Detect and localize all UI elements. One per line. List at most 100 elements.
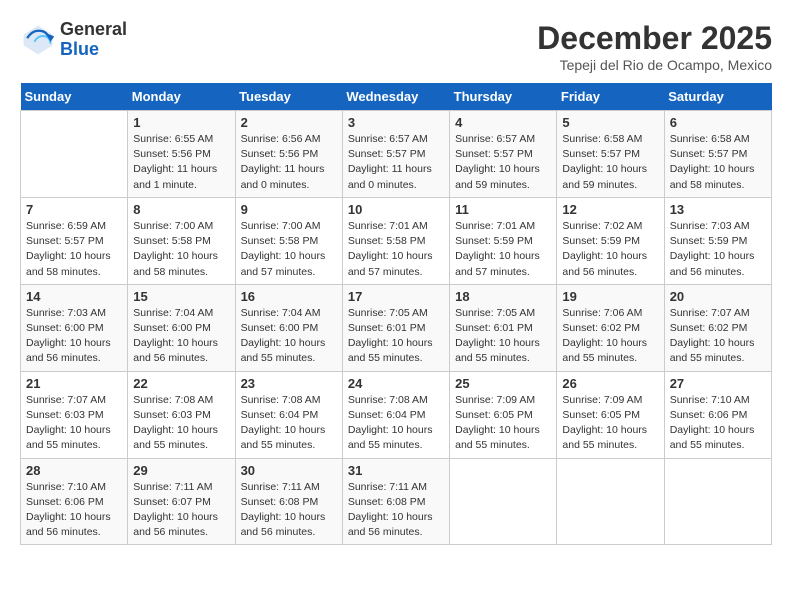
- day-info: Sunrise: 7:00 AMSunset: 5:58 PMDaylight:…: [241, 219, 337, 280]
- calendar-cell: 9 Sunrise: 7:00 AMSunset: 5:58 PMDayligh…: [235, 197, 342, 284]
- day-info: Sunrise: 6:59 AMSunset: 5:57 PMDaylight:…: [26, 219, 122, 280]
- weekday-header-row: SundayMondayTuesdayWednesdayThursdayFrid…: [21, 83, 772, 111]
- day-info: Sunrise: 6:58 AMSunset: 5:57 PMDaylight:…: [562, 132, 658, 193]
- calendar-cell: [450, 458, 557, 545]
- logo-icon: [20, 22, 56, 58]
- day-number: 22: [133, 376, 229, 391]
- weekday-header-wednesday: Wednesday: [342, 83, 449, 111]
- calendar-cell: 15 Sunrise: 7:04 AMSunset: 6:00 PMDaylig…: [128, 284, 235, 371]
- day-info: Sunrise: 7:07 AMSunset: 6:03 PMDaylight:…: [26, 393, 122, 454]
- day-number: 16: [241, 289, 337, 304]
- weekday-header-thursday: Thursday: [450, 83, 557, 111]
- day-number: 21: [26, 376, 122, 391]
- day-number: 10: [348, 202, 444, 217]
- calendar-cell: 29 Sunrise: 7:11 AMSunset: 6:07 PMDaylig…: [128, 458, 235, 545]
- day-info: Sunrise: 6:58 AMSunset: 5:57 PMDaylight:…: [670, 132, 766, 193]
- calendar-cell: 13 Sunrise: 7:03 AMSunset: 5:59 PMDaylig…: [664, 197, 771, 284]
- day-number: 15: [133, 289, 229, 304]
- day-info: Sunrise: 7:09 AMSunset: 6:05 PMDaylight:…: [455, 393, 551, 454]
- title-area: December 2025 Tepeji del Rio de Ocampo, …: [537, 20, 772, 73]
- calendar-cell: 31 Sunrise: 7:11 AMSunset: 6:08 PMDaylig…: [342, 458, 449, 545]
- calendar-cell: 19 Sunrise: 7:06 AMSunset: 6:02 PMDaylig…: [557, 284, 664, 371]
- calendar-cell: 21 Sunrise: 7:07 AMSunset: 6:03 PMDaylig…: [21, 371, 128, 458]
- calendar-cell: 18 Sunrise: 7:05 AMSunset: 6:01 PMDaylig…: [450, 284, 557, 371]
- day-info: Sunrise: 6:55 AMSunset: 5:56 PMDaylight:…: [133, 132, 229, 193]
- calendar-cell: 3 Sunrise: 6:57 AMSunset: 5:57 PMDayligh…: [342, 111, 449, 198]
- calendar-week-5: 28 Sunrise: 7:10 AMSunset: 6:06 PMDaylig…: [21, 458, 772, 545]
- day-info: Sunrise: 7:01 AMSunset: 5:59 PMDaylight:…: [455, 219, 551, 280]
- logo: General Blue: [20, 20, 127, 60]
- weekday-header-friday: Friday: [557, 83, 664, 111]
- day-info: Sunrise: 7:01 AMSunset: 5:58 PMDaylight:…: [348, 219, 444, 280]
- day-number: 1: [133, 115, 229, 130]
- day-number: 9: [241, 202, 337, 217]
- day-info: Sunrise: 7:02 AMSunset: 5:59 PMDaylight:…: [562, 219, 658, 280]
- day-number: 18: [455, 289, 551, 304]
- calendar-cell: [21, 111, 128, 198]
- day-number: 8: [133, 202, 229, 217]
- day-number: 30: [241, 463, 337, 478]
- day-number: 29: [133, 463, 229, 478]
- day-info: Sunrise: 7:08 AMSunset: 6:03 PMDaylight:…: [133, 393, 229, 454]
- day-info: Sunrise: 7:11 AMSunset: 6:07 PMDaylight:…: [133, 480, 229, 541]
- calendar-cell: 17 Sunrise: 7:05 AMSunset: 6:01 PMDaylig…: [342, 284, 449, 371]
- day-info: Sunrise: 7:09 AMSunset: 6:05 PMDaylight:…: [562, 393, 658, 454]
- calendar-week-2: 7 Sunrise: 6:59 AMSunset: 5:57 PMDayligh…: [21, 197, 772, 284]
- day-info: Sunrise: 7:10 AMSunset: 6:06 PMDaylight:…: [26, 480, 122, 541]
- month-year: December 2025: [537, 20, 772, 57]
- calendar-cell: 7 Sunrise: 6:59 AMSunset: 5:57 PMDayligh…: [21, 197, 128, 284]
- weekday-header-saturday: Saturday: [664, 83, 771, 111]
- calendar-cell: 25 Sunrise: 7:09 AMSunset: 6:05 PMDaylig…: [450, 371, 557, 458]
- day-info: Sunrise: 7:03 AMSunset: 5:59 PMDaylight:…: [670, 219, 766, 280]
- day-number: 5: [562, 115, 658, 130]
- calendar-cell: 14 Sunrise: 7:03 AMSunset: 6:00 PMDaylig…: [21, 284, 128, 371]
- day-info: Sunrise: 7:07 AMSunset: 6:02 PMDaylight:…: [670, 306, 766, 367]
- day-info: Sunrise: 7:11 AMSunset: 6:08 PMDaylight:…: [348, 480, 444, 541]
- calendar-cell: 28 Sunrise: 7:10 AMSunset: 6:06 PMDaylig…: [21, 458, 128, 545]
- day-info: Sunrise: 7:10 AMSunset: 6:06 PMDaylight:…: [670, 393, 766, 454]
- day-info: Sunrise: 6:56 AMSunset: 5:56 PMDaylight:…: [241, 132, 337, 193]
- day-number: 24: [348, 376, 444, 391]
- calendar-cell: 10 Sunrise: 7:01 AMSunset: 5:58 PMDaylig…: [342, 197, 449, 284]
- logo-general: General: [60, 19, 127, 39]
- day-number: 25: [455, 376, 551, 391]
- calendar-cell: 2 Sunrise: 6:56 AMSunset: 5:56 PMDayligh…: [235, 111, 342, 198]
- day-info: Sunrise: 7:00 AMSunset: 5:58 PMDaylight:…: [133, 219, 229, 280]
- calendar-cell: 4 Sunrise: 6:57 AMSunset: 5:57 PMDayligh…: [450, 111, 557, 198]
- day-info: Sunrise: 7:11 AMSunset: 6:08 PMDaylight:…: [241, 480, 337, 541]
- weekday-header-monday: Monday: [128, 83, 235, 111]
- day-info: Sunrise: 7:05 AMSunset: 6:01 PMDaylight:…: [348, 306, 444, 367]
- calendar-cell: [557, 458, 664, 545]
- day-info: Sunrise: 7:04 AMSunset: 6:00 PMDaylight:…: [133, 306, 229, 367]
- day-number: 23: [241, 376, 337, 391]
- logo-text: General Blue: [60, 20, 127, 60]
- day-info: Sunrise: 7:03 AMSunset: 6:00 PMDaylight:…: [26, 306, 122, 367]
- calendar-cell: 23 Sunrise: 7:08 AMSunset: 6:04 PMDaylig…: [235, 371, 342, 458]
- calendar-cell: 16 Sunrise: 7:04 AMSunset: 6:00 PMDaylig…: [235, 284, 342, 371]
- day-info: Sunrise: 7:05 AMSunset: 6:01 PMDaylight:…: [455, 306, 551, 367]
- day-number: 14: [26, 289, 122, 304]
- calendar-cell: 30 Sunrise: 7:11 AMSunset: 6:08 PMDaylig…: [235, 458, 342, 545]
- calendar-table: SundayMondayTuesdayWednesdayThursdayFrid…: [20, 83, 772, 545]
- calendar-cell: 26 Sunrise: 7:09 AMSunset: 6:05 PMDaylig…: [557, 371, 664, 458]
- calendar-body: 1 Sunrise: 6:55 AMSunset: 5:56 PMDayligh…: [21, 111, 772, 545]
- calendar-cell: 6 Sunrise: 6:58 AMSunset: 5:57 PMDayligh…: [664, 111, 771, 198]
- day-number: 6: [670, 115, 766, 130]
- header: General Blue December 2025 Tepeji del Ri…: [20, 20, 772, 73]
- day-number: 20: [670, 289, 766, 304]
- calendar-cell: 24 Sunrise: 7:08 AMSunset: 6:04 PMDaylig…: [342, 371, 449, 458]
- day-number: 27: [670, 376, 766, 391]
- calendar-week-1: 1 Sunrise: 6:55 AMSunset: 5:56 PMDayligh…: [21, 111, 772, 198]
- day-number: 19: [562, 289, 658, 304]
- calendar-cell: 12 Sunrise: 7:02 AMSunset: 5:59 PMDaylig…: [557, 197, 664, 284]
- calendar-cell: 8 Sunrise: 7:00 AMSunset: 5:58 PMDayligh…: [128, 197, 235, 284]
- day-number: 12: [562, 202, 658, 217]
- calendar-week-3: 14 Sunrise: 7:03 AMSunset: 6:00 PMDaylig…: [21, 284, 772, 371]
- location: Tepeji del Rio de Ocampo, Mexico: [537, 57, 772, 73]
- weekday-header-tuesday: Tuesday: [235, 83, 342, 111]
- calendar-cell: 1 Sunrise: 6:55 AMSunset: 5:56 PMDayligh…: [128, 111, 235, 198]
- day-info: Sunrise: 6:57 AMSunset: 5:57 PMDaylight:…: [348, 132, 444, 193]
- day-info: Sunrise: 7:04 AMSunset: 6:00 PMDaylight:…: [241, 306, 337, 367]
- day-number: 26: [562, 376, 658, 391]
- day-number: 28: [26, 463, 122, 478]
